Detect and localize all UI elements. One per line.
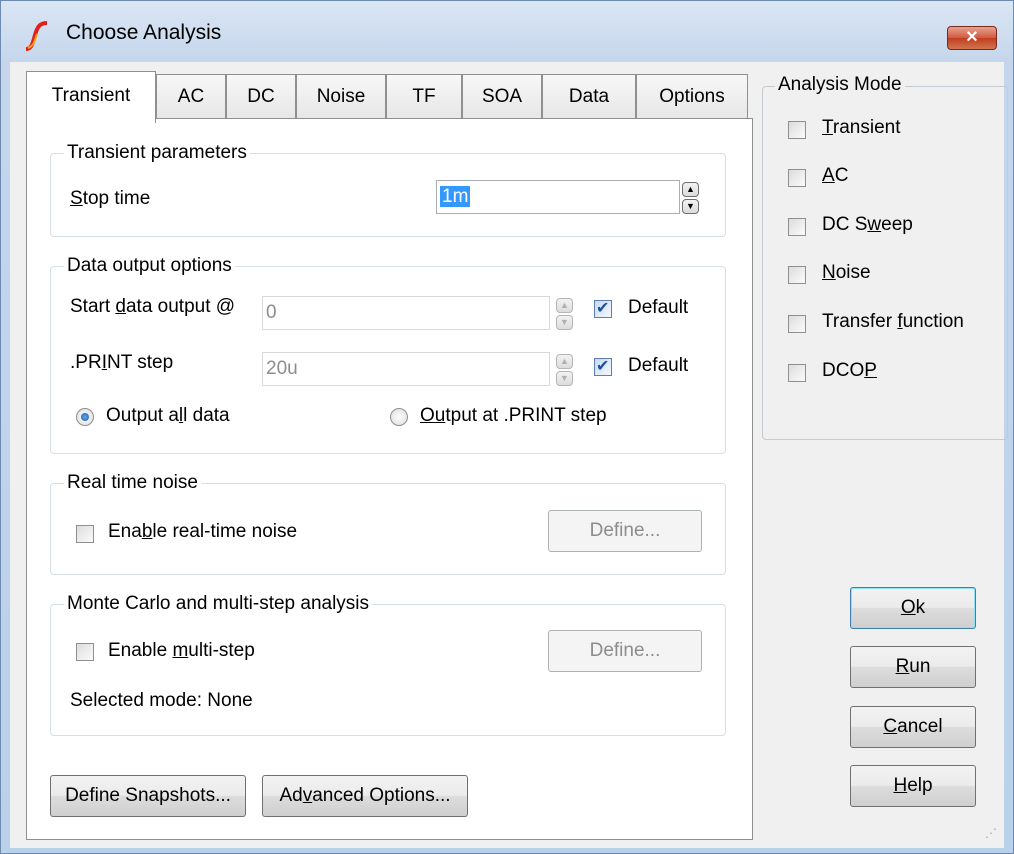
mode-transient-checkbox[interactable] xyxy=(788,121,806,139)
selected-mode-text: Selected mode: None xyxy=(70,690,253,711)
print-step-input[interactable]: 20u xyxy=(262,352,550,386)
monte-carlo-legend: Monte Carlo and multi-step analysis xyxy=(64,593,373,615)
output-all-data-radio[interactable] xyxy=(76,408,94,426)
mode-transient-label: Transient xyxy=(822,117,901,138)
data-output-legend: Data output options xyxy=(64,255,235,277)
spin-up-icon[interactable]: ▲ xyxy=(556,298,573,313)
help-button[interactable]: Help xyxy=(850,765,976,807)
start-data-output-spinner[interactable]: ▲ ▼ xyxy=(556,298,573,330)
enable-real-time-noise-label: Enable real-time noise xyxy=(108,521,298,542)
output-at-print-step-radio[interactable] xyxy=(390,408,408,426)
output-all-data-label: Output all data xyxy=(106,405,230,426)
app-logo-icon xyxy=(25,21,48,51)
mode-noise-checkbox[interactable] xyxy=(788,266,806,284)
tab-dc[interactable]: DC xyxy=(226,74,296,120)
spin-up-icon[interactable]: ▲ xyxy=(556,354,573,369)
mode-dc-sweep-checkbox[interactable] xyxy=(788,218,806,236)
close-button[interactable]: ✕ xyxy=(947,26,997,50)
start-default-label: Default xyxy=(628,297,689,318)
run-button[interactable]: Run xyxy=(850,646,976,688)
mode-noise-label: Noise xyxy=(822,262,871,283)
tab-noise[interactable]: Noise xyxy=(296,74,386,120)
analysis-mode-legend: Analysis Mode xyxy=(775,74,905,96)
tab-transient[interactable]: Transient xyxy=(26,71,156,123)
tab-options[interactable]: Options xyxy=(636,74,748,120)
mode-ac-checkbox[interactable] xyxy=(788,169,806,187)
ok-button[interactable]: Ok xyxy=(850,587,976,629)
mode-transfer-function-label: Transfer function xyxy=(822,311,964,332)
print-step-spinner[interactable]: ▲ ▼ xyxy=(556,354,573,386)
advanced-options-button[interactable]: Advanced Options... xyxy=(262,775,468,817)
enable-real-time-noise-checkbox[interactable] xyxy=(76,525,94,543)
print-step-label: .PRINT step xyxy=(70,352,174,373)
window-title: Choose Analysis xyxy=(66,21,222,44)
real-time-noise-legend: Real time noise xyxy=(64,472,201,494)
tab-ac[interactable]: AC xyxy=(156,74,226,120)
mode-dcop-checkbox[interactable] xyxy=(788,364,806,382)
start-default-checkbox[interactable] xyxy=(594,298,612,318)
noise-define-button[interactable]: Define... xyxy=(548,510,702,552)
mode-transfer-function-checkbox[interactable] xyxy=(788,315,806,333)
define-snapshots-button[interactable]: Define Snapshots... xyxy=(50,775,246,817)
print-default-checkbox[interactable] xyxy=(594,356,612,376)
start-data-output-input[interactable]: 0 xyxy=(262,296,550,330)
mode-dc-sweep-label: DC Sweep xyxy=(822,214,913,235)
tab-soa[interactable]: SOA xyxy=(462,74,542,120)
tab-tf[interactable]: TF xyxy=(386,74,462,120)
stop-time-label: Stop time xyxy=(70,188,151,209)
mode-ac-label: AC xyxy=(822,165,849,186)
resize-grip-icon[interactable]: ⋰ xyxy=(985,826,997,840)
cancel-button[interactable]: Cancel xyxy=(850,706,976,748)
start-data-output-label: Start data output @ xyxy=(70,296,236,317)
tab-data[interactable]: Data xyxy=(542,74,636,120)
enable-multi-step-checkbox[interactable] xyxy=(76,643,94,661)
analysis-mode-group xyxy=(762,86,1008,440)
spin-down-icon[interactable]: ▼ xyxy=(682,199,699,214)
stop-time-spinner[interactable]: ▲ ▼ xyxy=(682,182,699,214)
stop-time-input[interactable]: 1m xyxy=(436,180,680,214)
spin-down-icon[interactable]: ▼ xyxy=(556,315,573,330)
output-at-print-step-label: Output at .PRINT step xyxy=(420,405,607,426)
transient-parameters-legend: Transient parameters xyxy=(64,142,250,164)
spin-down-icon[interactable]: ▼ xyxy=(556,371,573,386)
multi-step-define-button[interactable]: Define... xyxy=(548,630,702,672)
print-default-label: Default xyxy=(628,355,689,376)
enable-multi-step-label: Enable multi-step xyxy=(108,640,255,661)
mode-dcop-label: DCOP xyxy=(822,360,877,381)
spin-up-icon[interactable]: ▲ xyxy=(682,182,699,197)
